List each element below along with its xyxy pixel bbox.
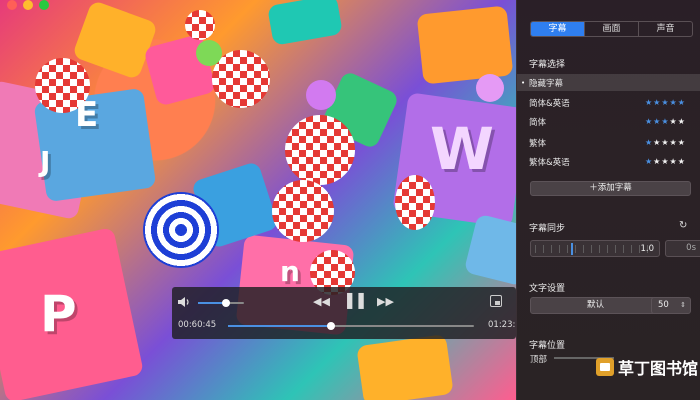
star-icon: ★ <box>677 137 685 147</box>
subtitle-option-label: 简体 <box>529 117 547 128</box>
settings-panel: 字幕 画面 声音 字幕选择 • 隐藏字幕 简体&英语 ★ ★ ★ ★ ★ 简体 ★ ★ ★ ★ ★ 繁体 ★ ★… <box>516 0 700 400</box>
watermark-logo-icon <box>596 358 614 376</box>
subtitle-option-label: 繁体 <box>529 138 547 149</box>
subtitle-option[interactable]: 繁体&英语 ★ ★ ★ ★ ★ <box>517 153 700 170</box>
video-shape <box>416 5 514 85</box>
video-letter: E <box>75 95 99 135</box>
star-icon: ★ <box>669 97 677 107</box>
subtitle-select-title: 字幕选择 <box>529 60 566 70</box>
subtitle-option[interactable]: 简体&英语 ★ ★ ★ ★ ★ <box>517 94 700 111</box>
star-icon: ★ <box>677 97 685 107</box>
subtitle-option-label: 简体&英语 <box>529 98 570 109</box>
star-icon: ★ <box>669 156 677 166</box>
window-controls <box>7 0 49 10</box>
font-size-select[interactable]: 50 ⇕ <box>651 297 691 314</box>
rating-stars: ★ ★ ★ ★ ★ <box>645 116 685 126</box>
purple-ball <box>476 74 504 102</box>
sync-value: 1.0 <box>640 244 654 254</box>
close-window-button[interactable] <box>7 0 17 10</box>
star-icon: ★ <box>661 97 669 107</box>
checkered-ball <box>395 175 435 230</box>
font-select-value: 默认 <box>586 300 604 310</box>
sync-ticks <box>535 245 655 253</box>
green-ball <box>196 40 222 66</box>
zoom-window-button[interactable] <box>39 0 49 10</box>
star-icon: ★ <box>653 137 661 147</box>
rating-stars: ★ ★ ★ ★ ★ <box>645 156 685 166</box>
playback-controls: ◀◀ ❚❚ ▶▶ 00:60:45 01:23: <box>172 287 516 339</box>
refresh-icon[interactable]: ↻ <box>679 220 687 231</box>
sync-offset-field[interactable]: 0s <box>665 240 700 257</box>
video-letter: J <box>40 145 51 178</box>
subtitle-option[interactable]: 简体 ★ ★ ★ ★ ★ <box>517 113 700 130</box>
star-icon: ★ <box>645 116 653 126</box>
video-shape <box>267 0 343 46</box>
font-select[interactable]: 默认 ⇕ <box>530 297 661 314</box>
checkered-ball <box>185 10 215 40</box>
minimize-window-button[interactable] <box>23 0 33 10</box>
subtitle-option[interactable]: • 隐藏字幕 <box>517 74 700 91</box>
video-letter: n <box>280 255 300 288</box>
star-icon: ★ <box>653 116 661 126</box>
fast-forward-button[interactable]: ▶▶ <box>377 295 394 309</box>
star-icon: ★ <box>653 97 661 107</box>
star-icon: ★ <box>645 156 653 166</box>
subtitle-sync-slider[interactable]: 1.0 <box>530 240 660 257</box>
sync-marker[interactable] <box>571 243 573 255</box>
tab-sound[interactable]: 声音 <box>639 22 692 36</box>
star-icon: ★ <box>677 116 685 126</box>
position-top-label: 顶部 <box>530 355 548 365</box>
current-time: 00:60:45 <box>178 320 217 330</box>
subtitle-option-label: 繁体&英语 <box>529 157 570 168</box>
star-icon: ★ <box>661 156 669 166</box>
star-icon: ★ <box>645 137 653 147</box>
font-size-value: 50 <box>658 300 669 310</box>
volume-knob[interactable] <box>221 299 230 307</box>
video-letter: P <box>40 285 77 343</box>
tab-subtitles[interactable]: 字幕 <box>531 22 585 36</box>
add-subtitle-button[interactable]: ＋添加字幕 <box>530 181 691 196</box>
star-icon: ★ <box>669 116 677 126</box>
seek-slider[interactable] <box>228 322 474 330</box>
seek-knob[interactable] <box>327 322 336 330</box>
rewind-button[interactable]: ◀◀ <box>313 295 330 309</box>
total-time: 01:23: <box>488 320 516 330</box>
watermark: 草丁图书馆 <box>596 355 698 379</box>
subtitle-option[interactable]: 繁体 ★ ★ ★ ★ ★ <box>517 134 700 151</box>
star-icon: ★ <box>661 137 669 147</box>
pause-button[interactable]: ❚❚ <box>343 292 368 308</box>
text-settings-title: 文字设置 <box>529 284 566 294</box>
rating-stars: ★ ★ ★ ★ ★ <box>645 97 685 107</box>
video-frame[interactable]: E J W P n ◀◀ ❚❚ ▶▶ 00:60:45 01:23: <box>0 0 516 400</box>
star-icon: ★ <box>653 156 661 166</box>
star-icon: ★ <box>677 156 685 166</box>
checkered-ball <box>285 115 355 185</box>
watermark-text: 草丁图书馆 <box>618 359 699 378</box>
panel-tabs: 字幕 画面 声音 <box>530 21 693 37</box>
video-shape <box>71 0 159 81</box>
volume-icon[interactable] <box>178 296 192 308</box>
chevron-updown-icon: ⇕ <box>680 301 686 309</box>
subtitle-sync-title: 字幕同步 <box>529 224 566 234</box>
purple-ball <box>306 80 336 110</box>
subtitle-option-label: 隐藏字幕 <box>529 78 564 89</box>
seek-fill <box>228 325 332 327</box>
checkered-ball <box>272 180 334 242</box>
tab-picture[interactable]: 画面 <box>585 22 639 36</box>
star-icon: ★ <box>661 116 669 126</box>
selected-dot-icon: • <box>521 78 526 87</box>
star-icon: ★ <box>645 97 653 107</box>
striped-ball <box>143 192 219 268</box>
video-shape <box>356 334 454 400</box>
subtitle-position-title: 字幕位置 <box>529 341 566 351</box>
video-letter: W <box>430 115 494 183</box>
rating-stars: ★ ★ ★ ★ ★ <box>645 137 685 147</box>
video-shape <box>463 213 516 287</box>
star-icon: ★ <box>669 137 677 147</box>
picture-in-picture-icon[interactable] <box>490 295 502 307</box>
volume-slider[interactable] <box>198 299 244 307</box>
